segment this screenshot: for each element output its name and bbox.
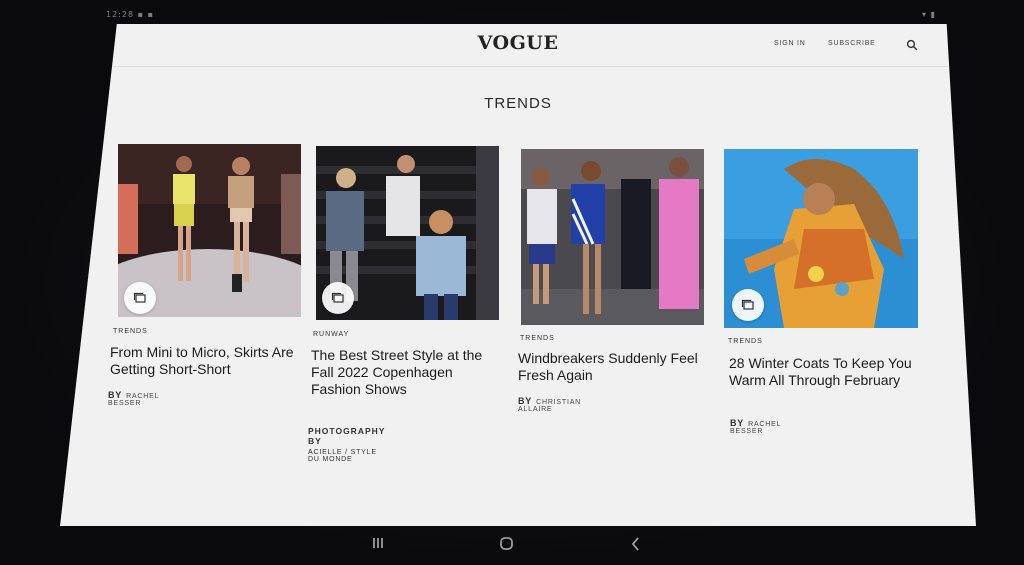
site-header: VOGUE SIGN IN SUBSCRIBE: [60, 24, 976, 67]
article-headline[interactable]: The Best Street Style at the Fall 2022 C…: [311, 347, 493, 398]
article-headline[interactable]: From Mini to Micro, Skirts Are Getting S…: [110, 344, 300, 378]
article-headline[interactable]: Windbreakers Suddenly Feel Fresh Again: [518, 350, 708, 384]
photo-credit-value: ACIELLE / STYLE DU MONDE: [308, 449, 377, 463]
android-navigation-bar: [0, 526, 1024, 565]
tablet-device: 12:28 ▪ ▪ ▾ ▮ VOGUE SIGN IN SUBSCRIBE TR…: [0, 0, 1024, 565]
gallery-icon[interactable]: [322, 282, 354, 314]
article-byline: BY RACHEL BESSER: [108, 390, 159, 407]
article-byline: BY CHRISTIAN ALLAIRE: [518, 396, 581, 413]
article-headline[interactable]: 28 Winter Coats To Keep You Warm All Thr…: [729, 355, 925, 389]
byline-prefix: BY: [108, 390, 123, 400]
article-kicker[interactable]: TRENDS: [728, 338, 763, 345]
home-icon[interactable]: [497, 534, 517, 554]
gallery-icon[interactable]: [732, 289, 764, 321]
photo-credit: PHOTOGRAPHY BY ACIELLE / STYLE DU MONDE: [308, 426, 385, 463]
section-title: TRENDS: [484, 95, 552, 112]
sign-in-link[interactable]: SIGN IN: [774, 40, 806, 47]
article-thumbnail[interactable]: [521, 149, 704, 325]
recent-apps-icon[interactable]: [368, 534, 388, 554]
gallery-icon[interactable]: [124, 282, 156, 314]
article-thumbnail[interactable]: [316, 146, 499, 320]
byline-prefix: BY: [518, 396, 533, 406]
byline-prefix: BY: [730, 418, 745, 428]
article-thumbnail[interactable]: [118, 144, 301, 317]
article-kicker[interactable]: RUNWAY: [313, 331, 349, 338]
article-thumbnail[interactable]: [724, 149, 918, 328]
photo-credit-label: PHOTOGRAPHY BY: [308, 426, 386, 446]
article-byline: BY RACHEL BESSER: [730, 418, 781, 435]
status-bar-right: ▾ ▮: [922, 10, 936, 19]
browser-screen: VOGUE SIGN IN SUBSCRIBE TRENDS TRENDS Fr…: [60, 24, 976, 526]
search-icon[interactable]: [906, 38, 918, 51]
article-kicker[interactable]: TRENDS: [113, 328, 148, 335]
status-bar-left: 12:28 ▪ ▪: [106, 10, 154, 19]
back-icon[interactable]: [626, 534, 646, 554]
subscribe-link[interactable]: SUBSCRIBE: [828, 40, 876, 47]
status-bar: 12:28 ▪ ▪ ▾ ▮: [106, 10, 936, 22]
article-kicker[interactable]: TRENDS: [520, 335, 555, 342]
